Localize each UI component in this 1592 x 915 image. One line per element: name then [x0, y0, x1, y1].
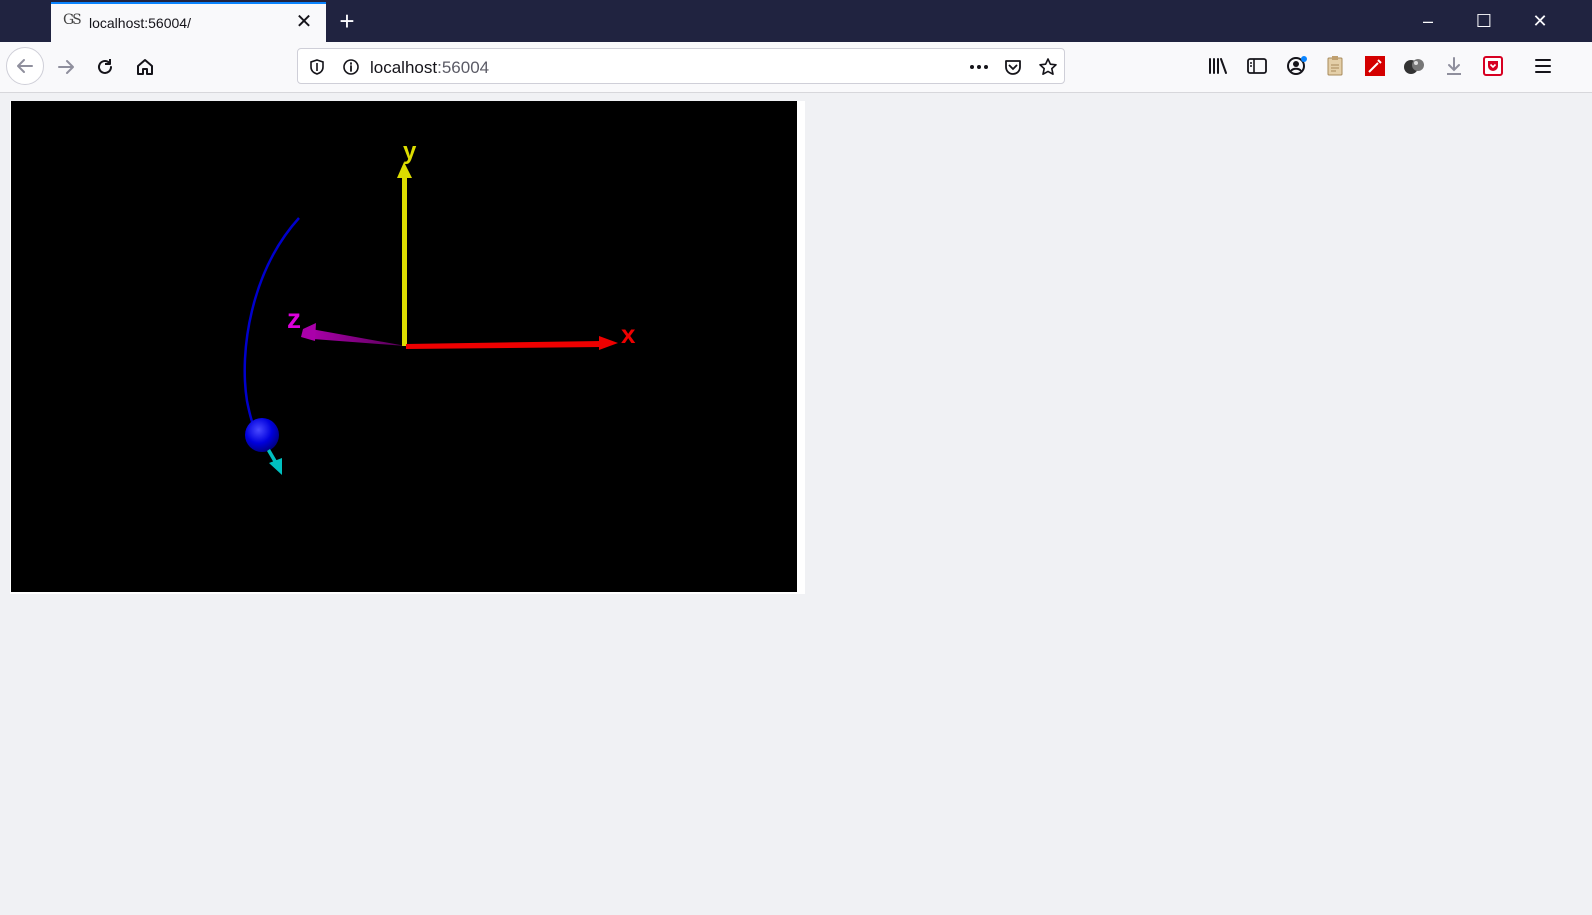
title-bar: GS localhost:56004/ ✕ + – ☐ ✕ [0, 0, 1592, 42]
velocity-arrowhead [269, 458, 282, 475]
scene-svg: z y x [243, 138, 636, 475]
tab-title: localhost:56004/ [89, 15, 191, 31]
tab-localhost[interactable]: GS localhost:56004/ ✕ [51, 2, 326, 42]
close-window-button[interactable]: ✕ [1512, 0, 1568, 42]
new-tab-button[interactable]: + [334, 8, 360, 34]
forward-button[interactable] [49, 50, 83, 84]
x-axis-arrow [406, 341, 601, 349]
tracking-protection-shield-icon[interactable] [306, 56, 328, 78]
forward-arrow-icon [58, 60, 74, 74]
z-axis-label: z [287, 303, 301, 334]
url-text[interactable]: localhost:56004 [370, 58, 489, 78]
sphere [245, 418, 279, 452]
x-axis-arrowhead [599, 336, 618, 350]
download-arrow-icon[interactable] [1442, 54, 1466, 78]
back-button[interactable] [6, 47, 44, 85]
maximize-button[interactable]: ☐ [1456, 0, 1512, 42]
z-axis-arrowhead [301, 323, 316, 341]
hamburger-menu-icon[interactable] [1531, 54, 1555, 78]
url-bar[interactable]: localhost:56004 [297, 48, 1065, 84]
navigation-toolbar: localhost:56004 [0, 42, 1592, 93]
tab-close-button[interactable]: ✕ [292, 10, 316, 34]
url-host: localhost [370, 58, 438, 77]
canvas-container: z y x [10, 101, 805, 594]
cookie-extension-icon[interactable] [1402, 54, 1426, 78]
y-axis-label: y [403, 138, 417, 165]
z-axis-arrow [311, 329, 406, 346]
back-arrow-icon [17, 59, 33, 73]
url-port: :56004 [437, 58, 490, 77]
sidebar-icon[interactable] [1245, 54, 1269, 78]
reload-button[interactable] [88, 50, 122, 84]
home-button[interactable] [128, 50, 162, 84]
minimize-button[interactable]: – [1400, 0, 1456, 42]
tab-favicon: GS [63, 12, 82, 28]
library-icon[interactable] [1206, 54, 1230, 78]
y-axis-arrow [402, 176, 407, 346]
3d-scene-canvas[interactable]: z y x [11, 101, 797, 592]
clipboard-extension-icon[interactable] [1323, 54, 1347, 78]
color-picker-extension-icon[interactable] [1363, 54, 1387, 78]
page-actions-ellipsis-icon[interactable] [968, 56, 990, 78]
pocket-red-extension-icon[interactable] [1481, 54, 1505, 78]
account-icon[interactable] [1285, 54, 1309, 78]
home-icon [137, 59, 153, 75]
bookmark-star-icon[interactable] [1037, 56, 1059, 78]
pocket-icon[interactable] [1002, 56, 1024, 78]
x-axis-label: x [621, 319, 636, 349]
site-info-icon[interactable] [340, 56, 362, 78]
reload-icon [98, 59, 112, 74]
